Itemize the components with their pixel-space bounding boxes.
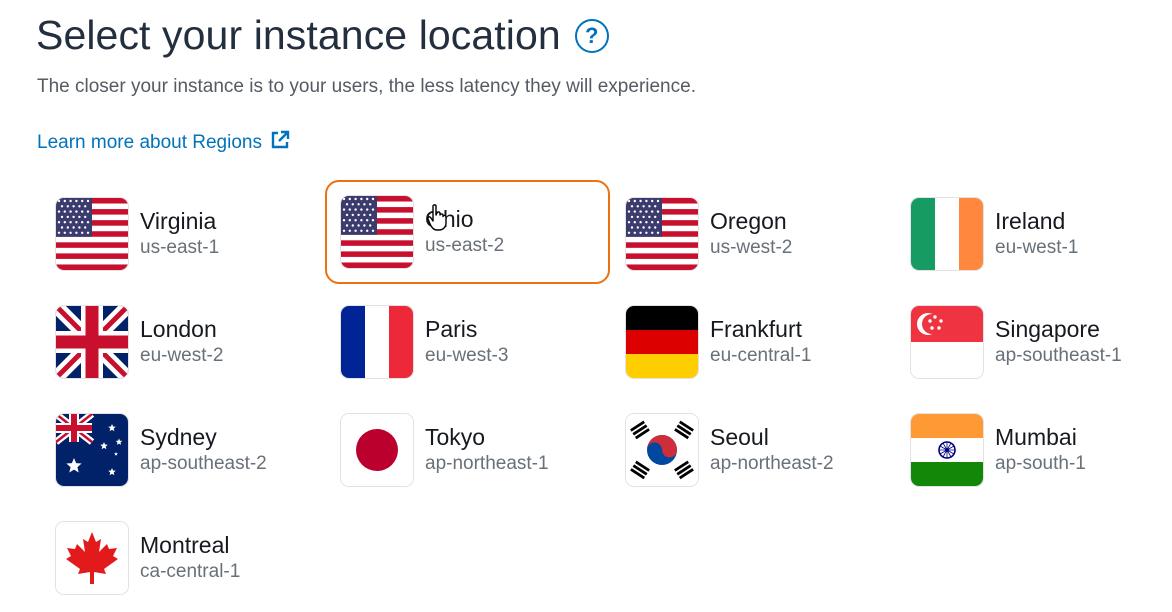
region-code: eu-west-1	[995, 237, 1079, 258]
us-flag-icon	[56, 198, 128, 270]
region-labels: Frankfurt eu-central-1	[710, 315, 811, 369]
learn-more-link[interactable]: Learn more about Regions	[37, 130, 290, 156]
region-card-ca-central-1[interactable]: Montreal ca-central-1	[40, 504, 325, 612]
region-code: ap-southeast-2	[140, 453, 267, 474]
ie-flag-icon	[911, 198, 983, 270]
de-flag-icon	[626, 306, 698, 378]
page-title: Select your instance location ?	[36, 12, 609, 59]
region-code: eu-central-1	[710, 345, 812, 366]
region-labels: Paris eu-west-3	[425, 315, 508, 369]
us-flag-icon	[341, 196, 413, 268]
region-code: ap-southeast-1	[995, 345, 1122, 366]
ca-flag-icon	[56, 522, 128, 594]
region-labels: Tokyo ap-northeast-1	[425, 423, 549, 477]
jp-flag-icon	[341, 414, 413, 486]
region-name: Montreal	[140, 532, 230, 558]
region-name: Frankfurt	[710, 316, 803, 342]
region-card-eu-central-1[interactable]: Frankfurt eu-central-1	[610, 288, 895, 396]
uk-flag-icon	[56, 306, 128, 378]
region-name: Mumbai	[995, 424, 1077, 450]
region-name: Paris	[425, 316, 478, 342]
region-card-eu-west-3[interactable]: Paris eu-west-3	[325, 288, 610, 396]
kr-flag-icon	[626, 414, 698, 486]
region-labels: Oregon us-west-2	[710, 207, 792, 261]
page-subtitle: The closer your instance is to your user…	[37, 76, 696, 97]
region-name: Sydney	[140, 424, 217, 450]
region-card-ap-northeast-2[interactable]: Seoul ap-northeast-2	[610, 396, 895, 504]
region-card-eu-west-1[interactable]: Ireland eu-west-1	[895, 180, 1172, 288]
region-labels: Virginia us-east-1	[140, 207, 219, 261]
region-card-ap-southeast-2[interactable]: Sydney ap-southeast-2	[40, 396, 325, 504]
au-flag-icon	[56, 414, 128, 486]
region-labels: Mumbai ap-south-1	[995, 423, 1086, 477]
in-flag-icon	[911, 414, 983, 486]
region-labels: Sydney ap-southeast-2	[140, 423, 267, 477]
region-code: ca-central-1	[140, 561, 241, 582]
region-name: Virginia	[140, 208, 217, 234]
region-labels: Montreal ca-central-1	[140, 531, 240, 585]
region-name: Singapore	[995, 316, 1100, 342]
region-labels: Seoul ap-northeast-2	[710, 423, 834, 477]
region-code: us-east-1	[140, 237, 220, 258]
region-card-us-east-1[interactable]: Virginia us-east-1	[40, 180, 325, 288]
region-card-ap-south-1[interactable]: Mumbai ap-south-1	[895, 396, 1172, 504]
region-name: Tokyo	[425, 424, 486, 450]
page-title-text: Select your instance location	[36, 12, 561, 58]
learn-more-label: Learn more about Regions	[37, 132, 262, 153]
region-card-ap-southeast-1[interactable]: Singapore ap-southeast-1	[895, 288, 1172, 396]
region-card-us-west-2[interactable]: Oregon us-west-2	[610, 180, 895, 288]
region-code: ap-south-1	[995, 453, 1086, 474]
region-card-eu-west-2[interactable]: London eu-west-2	[40, 288, 325, 396]
region-card-ap-northeast-1[interactable]: Tokyo ap-northeast-1	[325, 396, 610, 504]
region-code: eu-west-3	[425, 345, 509, 366]
fr-flag-icon	[341, 306, 413, 378]
region-name: Oregon	[710, 208, 787, 234]
region-labels: Singapore ap-southeast-1	[995, 315, 1122, 369]
hand-pointer-icon	[427, 204, 449, 237]
region-grid: Virginia us-east-1 Ohio us-east-2 Oregon us-w…	[40, 180, 1172, 612]
region-labels: London eu-west-2	[140, 315, 223, 369]
region-code: ap-northeast-1	[425, 453, 549, 474]
region-code: ap-northeast-2	[710, 453, 834, 474]
region-name: London	[140, 316, 217, 342]
region-name: Ireland	[995, 208, 1066, 234]
help-icon[interactable]: ?	[574, 18, 609, 53]
sg-flag-icon	[911, 306, 983, 378]
region-card-us-east-2[interactable]: Ohio us-east-2	[325, 180, 610, 284]
region-code: eu-west-2	[140, 345, 224, 366]
us-flag-icon	[626, 198, 698, 270]
region-name: Seoul	[710, 424, 769, 450]
region-code: us-west-2	[710, 237, 793, 258]
external-link-icon	[270, 130, 290, 156]
region-labels: Ireland eu-west-1	[995, 207, 1078, 261]
